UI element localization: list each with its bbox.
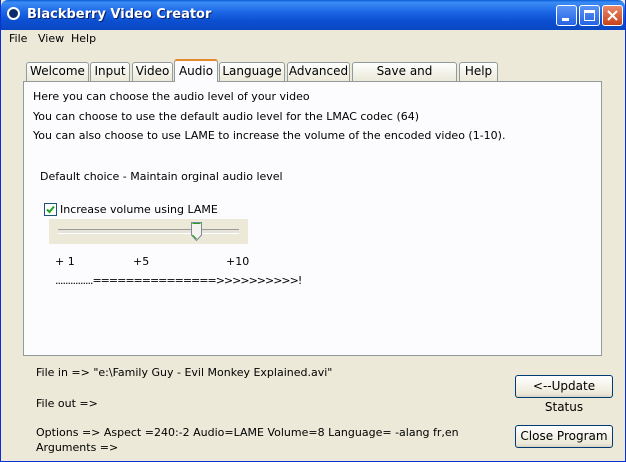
- menu-bar: File View Help: [1, 30, 625, 48]
- lame-checkbox-label[interactable]: Increase volume using LAME: [60, 203, 218, 216]
- volume-slider-thumb[interactable]: [191, 222, 202, 241]
- tab-language[interactable]: Language: [219, 62, 285, 81]
- scale-label-mid: +5: [133, 255, 150, 268]
- minimize-button[interactable]: [556, 5, 577, 26]
- tab-advanced[interactable]: Advanced: [287, 62, 350, 81]
- menu-view[interactable]: View: [38, 32, 64, 45]
- app-icon: [7, 7, 20, 20]
- minimize-icon: [562, 18, 569, 21]
- tab-help[interactable]: Help: [459, 62, 498, 81]
- checkmark-icon: [46, 205, 55, 214]
- tab-input[interactable]: Input: [90, 62, 130, 81]
- update-status-button[interactable]: <--Update Status: [515, 375, 613, 414]
- file-in-status: File in => "e:\Family Guy - Evil Monkey …: [36, 366, 333, 379]
- window-title: Blackberry Video Creator: [27, 7, 212, 22]
- file-out-status: File out =>: [36, 397, 98, 410]
- lame-checkbox[interactable]: [44, 203, 57, 216]
- audio-intro-line-3: You can also choose to use LAME to incre…: [33, 129, 506, 142]
- tab-save-and-encode[interactable]: Save and Encode: [352, 62, 457, 95]
- tab-welcome[interactable]: Welcome: [26, 62, 89, 81]
- maximize-icon: [584, 10, 595, 21]
- default-choice-label: Default choice - Maintain orginal audio …: [40, 170, 283, 183]
- close-button[interactable]: [602, 5, 623, 26]
- close-program-button[interactable]: Close Program: [515, 425, 613, 448]
- options-status: Options => Aspect =240:-2 Audio=LAME Vol…: [36, 426, 459, 439]
- volume-scale-bar: ...............===============>>>>>>>>>>…: [55, 274, 302, 287]
- volume-slider-track[interactable]: [58, 229, 239, 234]
- arguments-status: Arguments =>: [36, 441, 119, 454]
- maximize-button[interactable]: [579, 5, 600, 26]
- menu-help[interactable]: Help: [71, 32, 96, 45]
- title-bar[interactable]: Blackberry Video Creator: [1, 0, 625, 30]
- scale-label-min: + 1: [55, 255, 75, 268]
- audio-intro-line-2: You can choose to use the default audio …: [33, 110, 420, 123]
- main-window: Blackberry Video Creator File View Help …: [0, 0, 626, 462]
- tab-video[interactable]: Video: [132, 62, 173, 81]
- menu-file[interactable]: File: [9, 32, 27, 45]
- tab-audio[interactable]: Audio: [174, 59, 218, 82]
- audio-intro-line-1: Here you can choose the audio level of y…: [33, 90, 310, 103]
- close-icon: [607, 10, 618, 21]
- scale-label-max: +10: [226, 255, 250, 268]
